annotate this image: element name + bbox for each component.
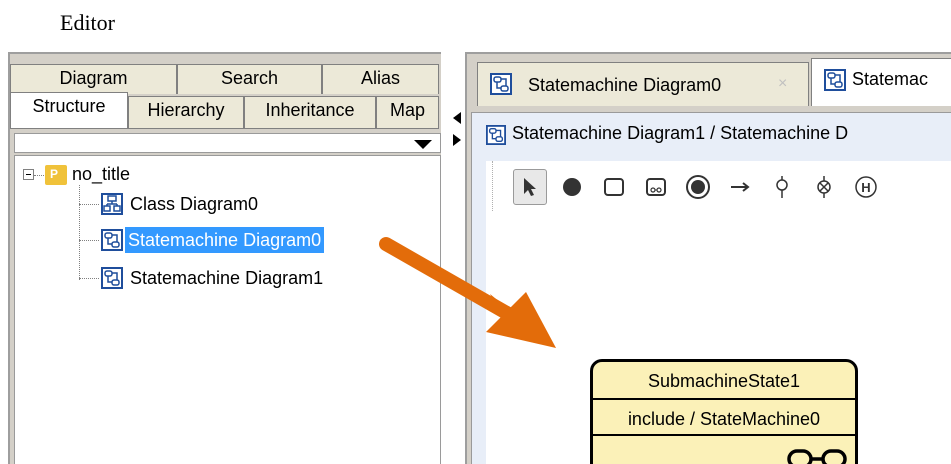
statemachine-diagram-icon bbox=[486, 125, 506, 145]
structure-tree: P no_title Class Diagram0 Statemachine D… bbox=[14, 155, 441, 464]
tree-root-label[interactable]: no_title bbox=[69, 161, 133, 187]
package-icon: P bbox=[45, 165, 67, 185]
junction-icon bbox=[817, 176, 831, 198]
state-icon bbox=[604, 178, 624, 196]
dropdown-arrow-icon[interactable] bbox=[414, 140, 432, 149]
doc-tab-statemachine-diagram0[interactable]: Statemachine Diagram0 × bbox=[477, 62, 809, 106]
choice-tool[interactable] bbox=[765, 169, 799, 205]
submachine-state-icon bbox=[646, 178, 666, 196]
transition-arrow-icon bbox=[731, 182, 750, 192]
tree-item-class-diagram0[interactable]: Class Diagram0 bbox=[127, 191, 261, 217]
diagram-title: Statemachine Diagram1 / Statemachine D bbox=[512, 123, 849, 143]
expand-right-arrow-icon[interactable] bbox=[453, 134, 461, 146]
tab-hierarchy[interactable]: Hierarchy bbox=[128, 96, 244, 128]
state-name: SubmachineState1 bbox=[593, 362, 855, 400]
doc-tab-statemachine-diagram1[interactable]: Statemac bbox=[811, 58, 951, 106]
tree-dropdown[interactable] bbox=[14, 133, 441, 153]
pointer-icon bbox=[524, 178, 536, 196]
statemachine-diagram-icon bbox=[824, 69, 846, 91]
collapse-left-arrow-icon[interactable] bbox=[453, 112, 461, 124]
initial-state-icon bbox=[563, 178, 581, 196]
submachine-link-icon bbox=[787, 449, 847, 464]
class-diagram-icon bbox=[101, 193, 123, 215]
structure-panel: Diagram Search Alias Structure Hierarchy… bbox=[8, 52, 441, 464]
initial-state-tool[interactable] bbox=[555, 169, 589, 205]
tab-alias[interactable]: Alias bbox=[322, 64, 439, 94]
final-state-tool[interactable] bbox=[681, 169, 715, 205]
junction-tool[interactable] bbox=[807, 169, 841, 205]
doc-tab-label: Statemachine Diagram0 bbox=[528, 75, 722, 95]
state-tool[interactable] bbox=[597, 169, 631, 205]
tree-connector bbox=[34, 175, 44, 176]
tab-structure[interactable]: Structure bbox=[10, 92, 128, 129]
tab-diagram[interactable]: Diagram bbox=[10, 64, 177, 94]
tab-search[interactable]: Search bbox=[177, 64, 322, 94]
tree-item-statemachine-diagram0[interactable]: Statemachine Diagram0 bbox=[125, 227, 325, 253]
history-tool[interactable]: H bbox=[849, 169, 883, 205]
choice-icon bbox=[776, 176, 788, 198]
statemachine-diagram-icon bbox=[101, 267, 123, 289]
statemachine-diagram-icon bbox=[101, 229, 123, 251]
history-icon: H bbox=[855, 176, 877, 198]
tab-map[interactable]: Map bbox=[376, 96, 439, 128]
submachine-state-tool[interactable] bbox=[639, 169, 673, 205]
statemachine-diagram-icon bbox=[490, 73, 512, 95]
doc-tab-label: Statemac bbox=[852, 69, 929, 89]
tab-strip-divider bbox=[10, 128, 439, 129]
tree-connector bbox=[79, 278, 99, 279]
tree-connector bbox=[79, 204, 99, 205]
close-tab-icon[interactable]: × bbox=[778, 75, 787, 93]
collapse-toggle-icon[interactable] bbox=[23, 169, 34, 180]
annotation-arrow-icon bbox=[379, 237, 556, 348]
tab-inheritance[interactable]: Inheritance bbox=[244, 96, 376, 128]
state-include: include / StateMachine0 bbox=[593, 402, 855, 436]
tree-connector bbox=[79, 185, 80, 280]
submachine-state[interactable]: SubmachineState1 include / StateMachine0 bbox=[590, 359, 858, 464]
diagram-toolbar: H bbox=[492, 161, 951, 211]
select-tool[interactable] bbox=[513, 169, 547, 205]
tree-connector bbox=[79, 240, 99, 241]
final-state-icon bbox=[686, 175, 710, 199]
page-heading: Editor bbox=[60, 10, 115, 35]
tree-item-statemachine-diagram1[interactable]: Statemachine Diagram1 bbox=[127, 265, 326, 291]
transition-tool[interactable] bbox=[723, 169, 757, 205]
history-label: H bbox=[861, 180, 870, 195]
